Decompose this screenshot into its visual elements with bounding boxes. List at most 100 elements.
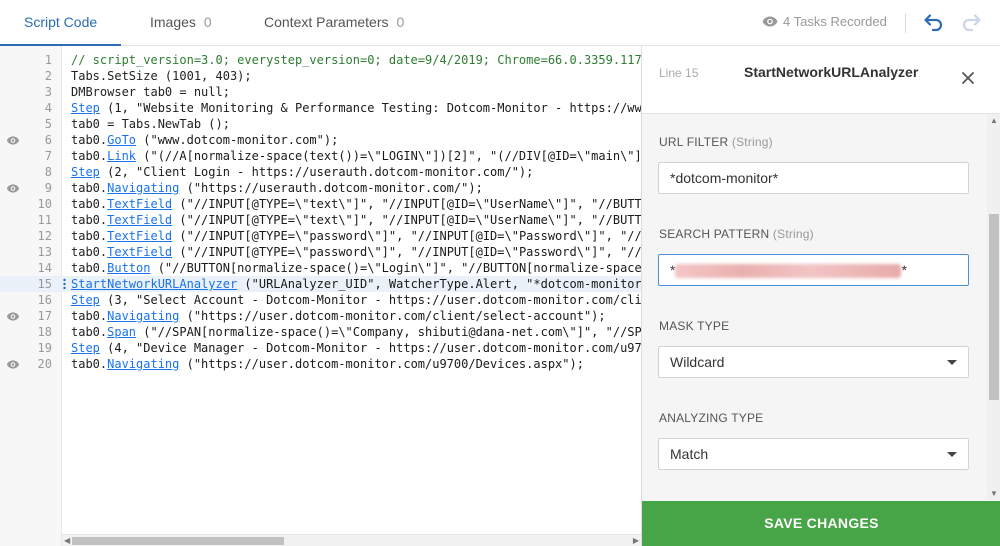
code-keyword-link[interactable]: TextField (107, 213, 172, 227)
code-line[interactable]: 6 tab0.GoTo ("www.dotcom-monitor.com"); (0, 132, 641, 148)
code-line[interactable]: 20 tab0.Navigating ("https://user.dotcom-… (0, 356, 641, 372)
code-keyword-link[interactable]: StartNetworkURLAnalyzer (71, 277, 237, 291)
analyzing-type-label: ANALYZING TYPE (659, 411, 764, 425)
analyzing-type-select[interactable]: Match (658, 438, 969, 470)
code-keyword-link[interactable]: TextField (107, 197, 172, 211)
code-segment: tab0. (71, 181, 108, 195)
code-line[interactable]: 17 tab0.Navigating ("https://user.dotcom-… (0, 308, 641, 324)
code-text: Step (3, "Select Account - Dotcom-Monito… (71, 292, 641, 308)
search-pattern-input[interactable]: * * (658, 254, 969, 286)
code-line[interactable]: 16 Step (3, "Select Account - Dotcom-Moni… (0, 292, 641, 308)
close-panel-button[interactable] (960, 70, 976, 86)
code-segment: tab0. (71, 149, 108, 163)
code-line[interactable]: 9 tab0.Navigating ("https://userauth.dotc… (0, 180, 641, 196)
top-tab-bar: Script Code Images 0 Context Parameters 0 … (0, 0, 1000, 47)
panel-title: StartNetworkURLAnalyzer (744, 64, 919, 80)
line-number: 12 (37, 229, 52, 243)
code-keyword-link[interactable]: Step (71, 165, 100, 179)
eye-icon[interactable] (6, 312, 20, 321)
line-number: 11 (37, 213, 52, 227)
code-line[interactable]: 19 Step (4, "Device Manager - Dotcom-Moni… (0, 340, 641, 356)
code-keyword-link[interactable]: TextField (107, 229, 172, 243)
horizontal-scroll-thumb[interactable] (72, 537, 284, 545)
code-line[interactable]: 10 tab0.TextField ("//INPUT[@TYPE=\"text\… (0, 196, 641, 212)
search-pattern-type: (String) (772, 227, 814, 241)
code-line[interactable]: 5 tab0 = Tabs.NewTab (); (0, 116, 641, 132)
code-segment: tab0. (71, 261, 108, 275)
drag-handle-icon[interactable] (63, 278, 66, 290)
code-keyword-link[interactable]: Navigating (107, 357, 179, 371)
eye-icon[interactable] (6, 360, 20, 369)
vertical-scroll-thumb[interactable] (989, 214, 999, 400)
mask-type-label: MASK TYPE (659, 319, 730, 333)
code-segment: tab0. (71, 197, 108, 211)
code-keyword-link[interactable]: Step (71, 293, 100, 307)
line-number: 18 (37, 325, 52, 339)
code-segment: ("//SPAN[normalize-space()=\"Company, sh… (136, 325, 641, 339)
url-filter-label-text: URL FILTER (659, 135, 729, 149)
code-segment: ("https://userauth.dotcom-monitor.com/")… (179, 181, 483, 195)
code-segment: ("//BUTTON[normalize-space()=\"Login\"]"… (150, 261, 641, 275)
eye-icon[interactable] (6, 184, 20, 193)
redo-icon (962, 14, 981, 32)
undo-button[interactable] (921, 12, 945, 34)
code-line[interactable]: 14 tab0.Button ("//BUTTON[normalize-space… (0, 260, 641, 276)
code-segment: ("//INPUT[@TYPE=\"text\"]", "//INPUT[@ID… (172, 213, 641, 227)
code-keyword-link[interactable]: Span (107, 325, 136, 339)
code-text: // script_version=3.0; everystep_version… (71, 52, 641, 68)
code-keyword-link[interactable]: Link (107, 149, 136, 163)
tab-images[interactable]: Images 0 (150, 0, 212, 46)
code-line[interactable]: 4 Step (1, "Website Monitoring & Performa… (0, 100, 641, 116)
code-keyword-link[interactable]: TextField (107, 245, 172, 259)
code-line[interactable]: 12 tab0.TextField ("//INPUT[@TYPE=\"passw… (0, 228, 641, 244)
code-text: tab0.Navigating ("https://user.dotcom-mo… (71, 308, 606, 324)
code-line[interactable]: 2 Tabs.SetSize (1001, 403); (0, 68, 641, 84)
code-keyword-link[interactable]: Button (107, 261, 150, 275)
line-number: 9 (44, 181, 52, 195)
script-code-editor[interactable]: 1 // script_version=3.0; everystep_versio… (0, 46, 641, 546)
code-line[interactable]: 15 StartNetworkURLAnalyzer ("URLAnalyzer_… (0, 276, 641, 292)
chevron-down-icon (947, 452, 957, 457)
code-line[interactable]: 11 tab0.TextField ("//INPUT[@TYPE=\"text\… (0, 212, 641, 228)
code-keyword-link[interactable]: GoTo (107, 133, 136, 147)
scroll-left-icon[interactable]: ◀ (64, 536, 70, 545)
eye-icon (762, 16, 778, 27)
code-segment: tab0. (71, 213, 108, 227)
line-number: 13 (37, 245, 52, 259)
code-keyword-link[interactable]: Navigating (107, 181, 179, 195)
code-line[interactable]: 1 // script_version=3.0; everystep_versio… (0, 52, 641, 68)
horizontal-scrollbar[interactable]: ◀ ▶ (62, 534, 641, 546)
code-text: Step (2, "Client Login - https://useraut… (71, 164, 533, 180)
code-segment: DMBrowser tab0 = null; (71, 85, 230, 99)
code-segment: ("www.dotcom-monitor.com"); (136, 133, 339, 147)
tab-label: Context Parameters (264, 14, 389, 30)
code-line[interactable]: 18 tab0.Span ("//SPAN[normalize-space()=\… (0, 324, 641, 340)
code-keyword-link[interactable]: Step (71, 101, 100, 115)
properties-panel: Line 15 StartNetworkURLAnalyzer URL FILT… (641, 46, 1000, 546)
line-number: 16 (37, 293, 52, 307)
line-number: 10 (37, 197, 52, 211)
code-line[interactable]: 8 Step (2, "Client Login - https://userau… (0, 164, 641, 180)
url-filter-input[interactable]: *dotcom-monitor* (658, 162, 969, 194)
code-line[interactable]: 3 DMBrowser tab0 = null; (0, 84, 641, 100)
tab-context-parameters[interactable]: Context Parameters 0 (264, 0, 404, 46)
mask-type-select[interactable]: Wildcard (658, 346, 969, 378)
redo-button[interactable] (960, 12, 984, 34)
code-text: tab0.Button ("//BUTTON[normalize-space()… (71, 260, 641, 276)
code-text: Step (1, "Website Monitoring & Performan… (71, 100, 641, 116)
scroll-up-icon[interactable]: ▲ (990, 116, 998, 125)
code-keyword-link[interactable]: Navigating (107, 309, 179, 323)
code-line[interactable]: 13 tab0.TextField ("//INPUT[@TYPE=\"passw… (0, 244, 641, 260)
code-segment: tab0. (71, 133, 108, 147)
scroll-right-icon[interactable]: ▶ (633, 536, 639, 545)
scroll-down-icon[interactable]: ▼ (990, 489, 998, 498)
code-line[interactable]: 7 tab0.Link ("(//A[normalize-space(text()… (0, 148, 641, 164)
code-text: tab0.GoTo ("www.dotcom-monitor.com"); (71, 132, 338, 148)
eye-icon[interactable] (6, 136, 20, 145)
code-keyword-link[interactable]: Step (71, 341, 100, 355)
save-changes-button[interactable]: SAVE CHANGES (642, 501, 1000, 546)
panel-vertical-scrollbar[interactable]: ▲ ▼ (987, 114, 1000, 500)
code-segment: ("https://user.dotcom-monitor.com/u9700/… (179, 357, 584, 371)
tab-script-code[interactable]: Script Code (0, 0, 122, 47)
code-segment: tab0. (71, 245, 108, 259)
